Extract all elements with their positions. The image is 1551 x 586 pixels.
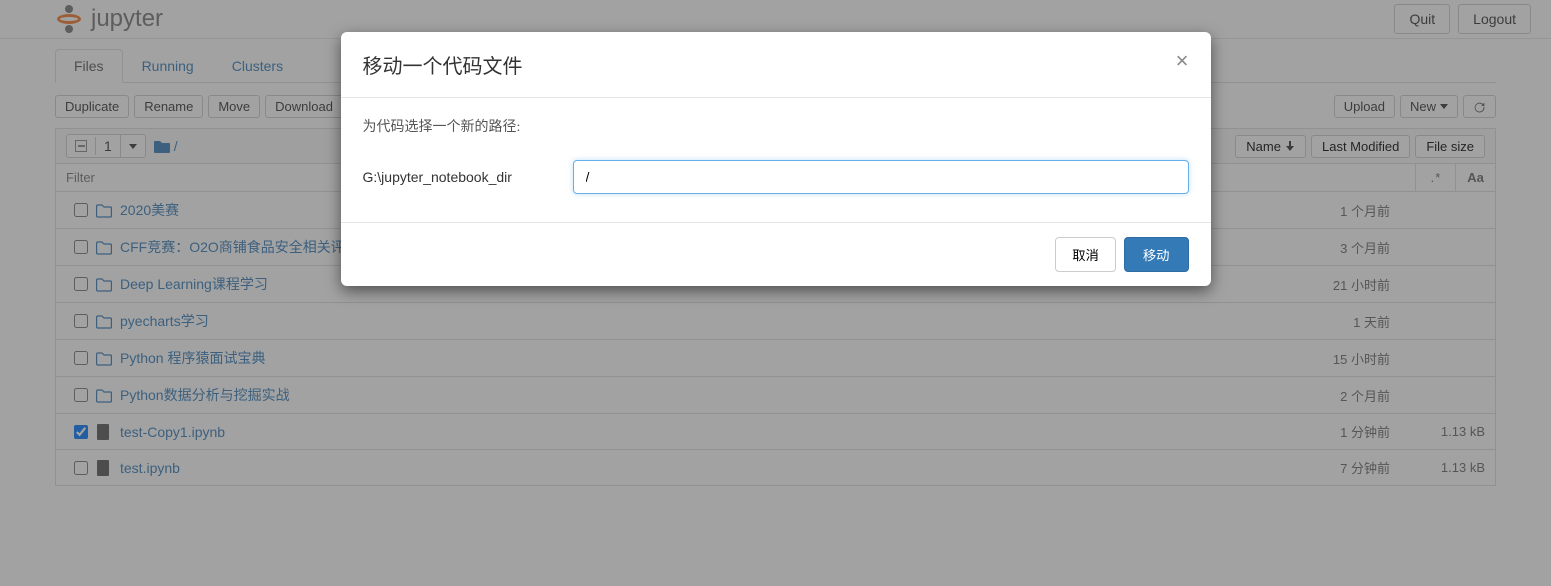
close-button[interactable]: × [1176, 50, 1189, 72]
modal-title: 移动一个代码文件 [363, 50, 523, 79]
path-row: G:\jupyter_notebook_dir [363, 160, 1189, 194]
modal-body: 为代码选择一个新的路径: G:\jupyter_notebook_dir [341, 98, 1211, 222]
modal-footer: 取消 移动 [341, 222, 1211, 286]
cancel-button[interactable]: 取消 [1055, 237, 1116, 272]
modal-instruction: 为代码选择一个新的路径: [363, 116, 1189, 136]
modal-header: 移动一个代码文件 × [341, 32, 1211, 98]
move-confirm-button[interactable]: 移动 [1124, 237, 1189, 272]
path-input[interactable] [573, 160, 1189, 194]
modal-overlay: 移动一个代码文件 × 为代码选择一个新的路径: G:\jupyter_noteb… [0, 0, 1551, 586]
move-modal: 移动一个代码文件 × 为代码选择一个新的路径: G:\jupyter_noteb… [341, 32, 1211, 286]
path-prefix: G:\jupyter_notebook_dir [363, 169, 553, 185]
close-icon: × [1176, 48, 1189, 73]
